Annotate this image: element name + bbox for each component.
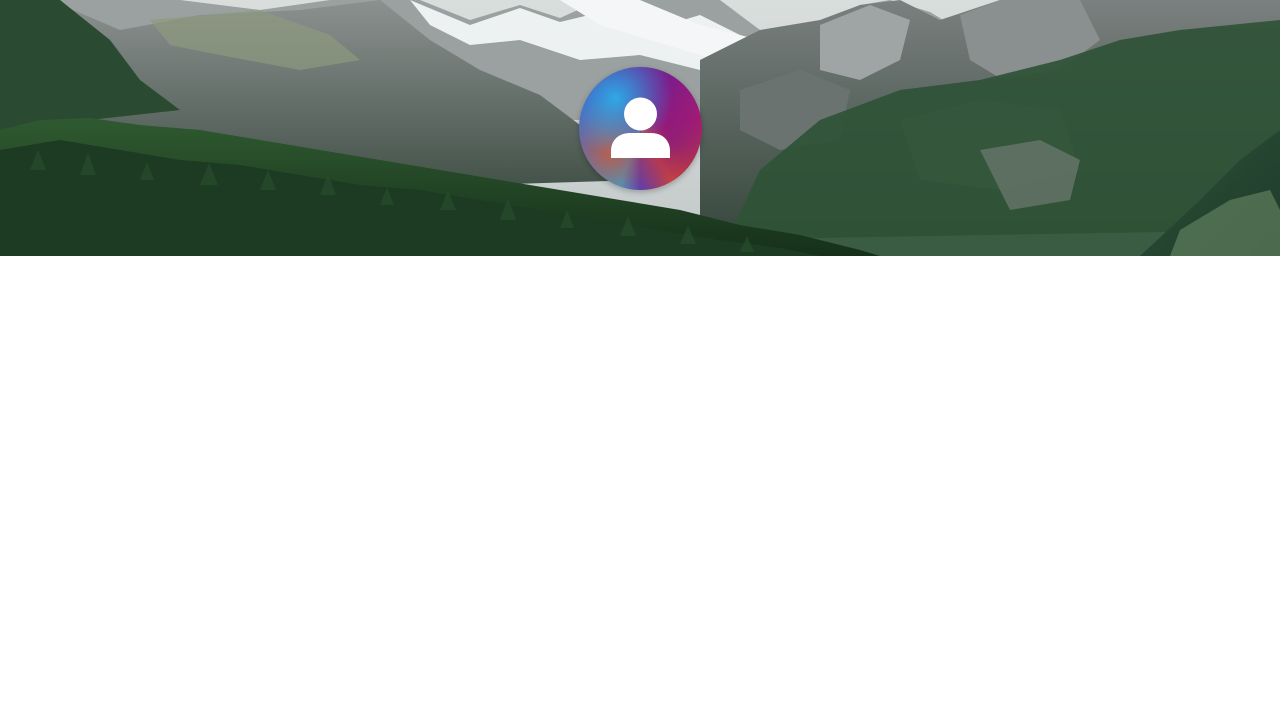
user-icon [611, 97, 670, 158]
profile-page [0, 0, 1280, 720]
profile-avatar[interactable] [579, 67, 702, 190]
